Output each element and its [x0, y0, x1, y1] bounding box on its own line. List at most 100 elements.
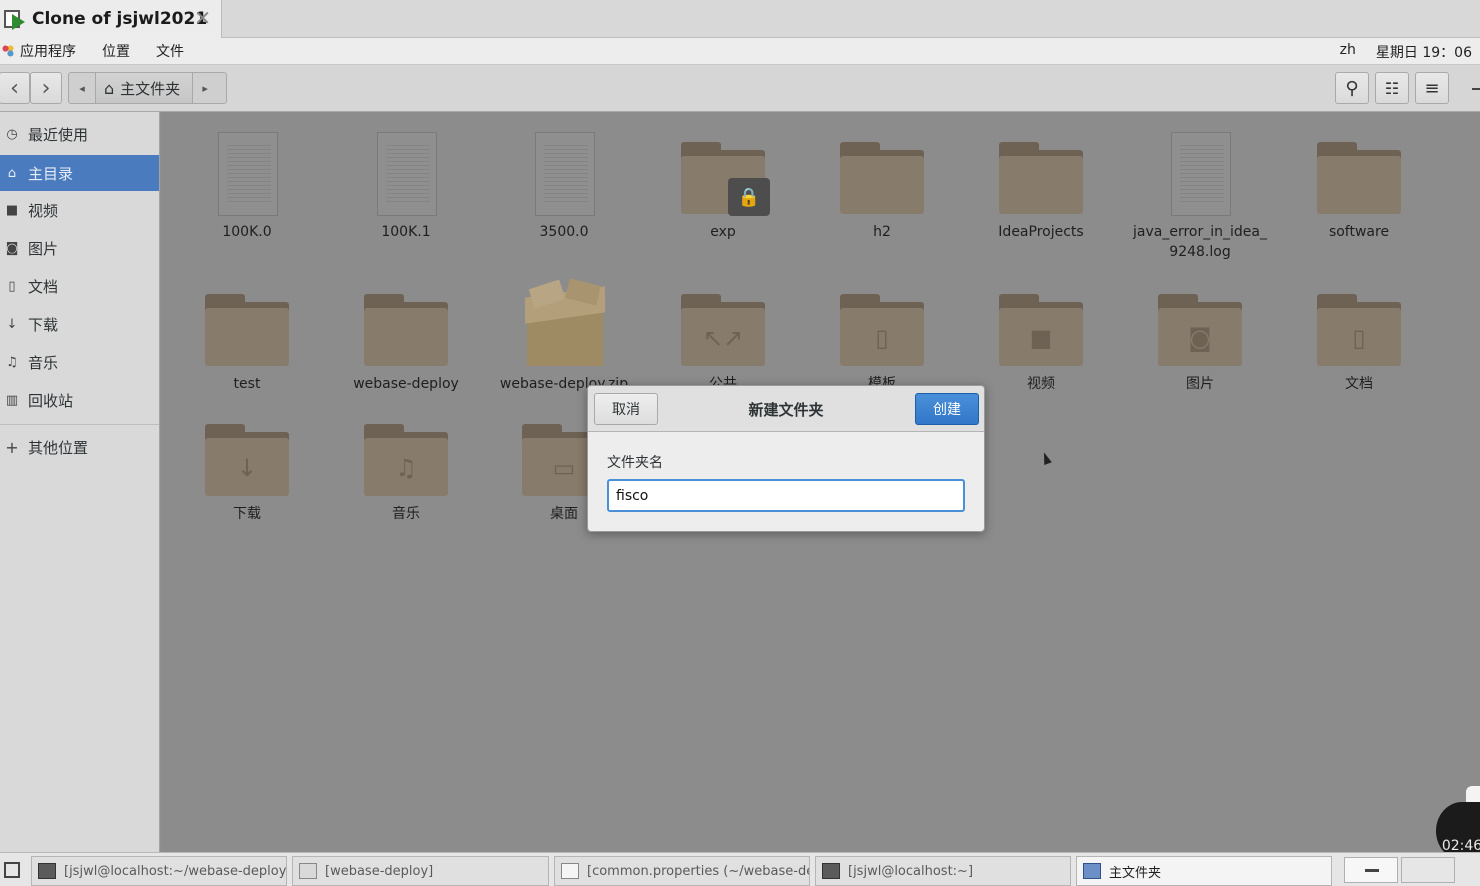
file-item-music[interactable]: ♫ 音乐: [331, 410, 481, 524]
file-item-webase-deploy-zip[interactable]: webase-deploy.zip: [489, 278, 639, 394]
sidebar-item-pictures[interactable]: ◙ 图片: [0, 230, 159, 266]
close-icon[interactable]: ✕: [194, 6, 211, 30]
task-label: [webase-deploy]: [325, 863, 434, 879]
task-editor-common-properties[interactable]: [common.properties (~/webase-de…: [554, 856, 810, 886]
file-label: 图片: [1186, 376, 1214, 392]
file-item-100k-1[interactable]: 100K.1: [331, 128, 481, 242]
file-label: 视频: [1027, 376, 1055, 392]
file-item-templates[interactable]: ▯ 模板: [807, 280, 957, 394]
task-label: [jsjwl@localhost:~/webase-deploy]: [64, 863, 287, 879]
minimize-icon[interactable]: [1472, 88, 1480, 90]
file-label: IdeaProjects: [998, 224, 1084, 240]
sidebar-item-music[interactable]: ♫ 音乐: [0, 344, 159, 380]
path-home-button[interactable]: ⌂ 主文件夹: [95, 73, 194, 103]
workspace-2[interactable]: [1401, 857, 1455, 883]
sidebar-item-documents[interactable]: ▯ 文档: [0, 268, 159, 304]
task-terminal-webase-deploy[interactable]: [jsjwl@localhost:~/webase-deploy]: [31, 856, 287, 886]
folder-icon: ▯: [840, 294, 924, 366]
file-item-java-error-log[interactable]: java_error_in_idea_ 9248.log: [1125, 128, 1275, 262]
header-bar: ‹ › ◂ ⌂ 主文件夹 ▸ ⚲ ☷ ≡: [0, 65, 1480, 112]
download-icon: ↓: [6, 316, 18, 332]
file-item-h2[interactable]: h2: [807, 128, 957, 242]
folder-icon: ♫: [364, 424, 448, 496]
folder-icon: [840, 142, 924, 214]
clock-icon: ◷: [6, 126, 18, 142]
file-item-3500-0[interactable]: 3500.0: [489, 128, 639, 242]
top-panel: 应用程序 位置 文件 zh 星期日 19：06: [0, 38, 1480, 65]
file-item-videos[interactable]: ■ 视频: [966, 280, 1116, 394]
folder-icon: [999, 142, 1083, 214]
task-label: [common.properties (~/webase-de…: [587, 863, 810, 879]
sidebar-item-label: 下载: [28, 315, 59, 334]
template-icon: ▯: [875, 324, 889, 352]
sidebar-item-label: 主目录: [28, 164, 74, 183]
sidebar-item-trash[interactable]: ▥ 回收站: [0, 382, 159, 418]
sidebar-item-label: 文档: [28, 277, 59, 296]
sidebar-item-other-locations[interactable]: + 其他位置: [0, 429, 159, 465]
menu-button[interactable]: ≡: [1415, 72, 1449, 104]
terminal-icon: [38, 863, 56, 879]
search-icon: ⚲: [1345, 77, 1359, 99]
sidebar-item-recent[interactable]: ◷ 最近使用: [0, 116, 159, 152]
task-terminal-home[interactable]: [jsjwl@localhost:~]: [815, 856, 1071, 886]
sidebar-item-label: 其他位置: [28, 438, 89, 457]
input-method-indicator[interactable]: zh: [1340, 42, 1356, 62]
file-item-100k-0[interactable]: 100K.0: [172, 128, 322, 242]
sidebar-item-label: 回收站: [28, 391, 74, 410]
file-item-test[interactable]: test: [172, 280, 322, 394]
menu-file[interactable]: 文件: [156, 41, 184, 61]
vm-play-icon: [4, 8, 26, 30]
home-icon: ⌂: [7, 165, 17, 181]
file-item-documents[interactable]: ▯ 文档: [1284, 280, 1434, 394]
taskbar: [jsjwl@localhost:~/webase-deploy] [webas…: [0, 852, 1480, 886]
file-item-exp[interactable]: 🔒 exp: [648, 128, 798, 242]
file-item-software[interactable]: software: [1284, 128, 1434, 242]
new-folder-dialog: 取消 新建文件夹 创建 文件夹名: [587, 385, 985, 532]
hamburger-icon: ≡: [1424, 77, 1440, 99]
video-icon: ■: [1029, 324, 1053, 352]
file-item-downloads[interactable]: ↓ 下载: [172, 410, 322, 524]
path-scroll-right-button[interactable]: ▸: [193, 73, 217, 103]
sidebar-item-label: 视频: [28, 201, 59, 220]
file-label: 100K.1: [381, 224, 431, 240]
chevron-right-icon: ›: [41, 75, 51, 101]
folder-icon: [1317, 142, 1401, 214]
file-item-pictures[interactable]: ◙ 图片: [1125, 280, 1275, 394]
sidebar-item-label: 最近使用: [28, 125, 89, 144]
camera-icon: ◙: [1188, 324, 1212, 352]
path-scroll-left-button[interactable]: ◂: [69, 73, 95, 103]
file-item-public[interactable]: ↖↗ 公共: [648, 280, 798, 394]
vm-tab-title: Clone of jsjwl2021: [32, 9, 208, 29]
file-item-webase-deploy[interactable]: webase-deploy: [331, 280, 481, 394]
back-button[interactable]: ‹: [0, 72, 30, 104]
sidebar-item-videos[interactable]: ■ 视频: [0, 192, 159, 228]
workspace-1[interactable]: [1344, 857, 1398, 883]
file-label: 3500.0: [539, 224, 589, 240]
forward-button[interactable]: ›: [30, 72, 62, 104]
menu-applications[interactable]: 应用程序: [20, 41, 76, 61]
panel-clock[interactable]: 星期日 19：06: [1376, 42, 1472, 62]
create-button[interactable]: 创建: [915, 393, 979, 425]
view-toggle-button[interactable]: ☷: [1375, 72, 1409, 104]
search-button[interactable]: ⚲: [1335, 72, 1369, 104]
task-files-webase-deploy[interactable]: [webase-deploy]: [292, 856, 549, 886]
file-item-ideaprojects[interactable]: IdeaProjects: [966, 128, 1116, 242]
document-icon: ▯: [8, 278, 16, 294]
sidebar-item-label: 音乐: [28, 353, 59, 372]
home-icon: ⌂: [104, 78, 115, 98]
sidebar-item-home[interactable]: ⌂ 主目录: [0, 155, 159, 191]
file-label: 音乐: [392, 506, 420, 522]
folder-name-label: 文件夹名: [607, 455, 663, 471]
task-files-home[interactable]: 主文件夹: [1076, 856, 1332, 886]
show-desktop-icon[interactable]: [4, 862, 20, 878]
music-icon: ♫: [6, 354, 18, 370]
file-label: software: [1328, 224, 1390, 240]
menu-places[interactable]: 位置: [102, 41, 130, 61]
vm-tab[interactable]: Clone of jsjwl2021 ✕: [0, 0, 222, 38]
download-icon: ↓: [236, 454, 258, 482]
sidebar: ◷ 最近使用 ⌂ 主目录 ■ 视频 ◙ 图片 ▯ 文档 ↓ 下载 ♫ 音乐 ▥ 回收站 + 其他位…: [0, 112, 160, 852]
sidebar-item-downloads[interactable]: ↓ 下载: [0, 306, 159, 342]
vm-tab-bar: Clone of jsjwl2021 ✕: [0, 0, 1480, 38]
folder-name-input[interactable]: [607, 479, 965, 512]
document-file-icon: [535, 132, 595, 216]
